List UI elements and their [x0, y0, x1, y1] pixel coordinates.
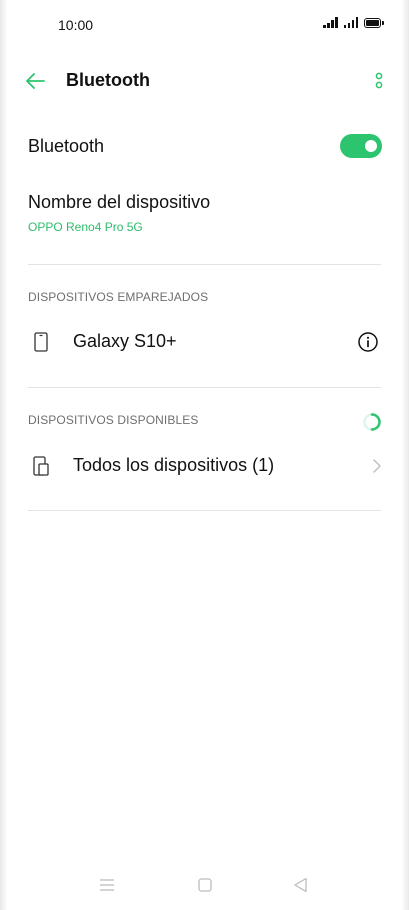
signal-icon: [323, 17, 338, 28]
navigation-bar: [0, 870, 409, 900]
bluetooth-label: Bluetooth: [28, 136, 105, 156]
phone-icon: [34, 332, 48, 352]
status-bar: 10:00: [0, 0, 409, 50]
status-time: 10:00: [58, 17, 94, 33]
bluetooth-toggle[interactable]: [340, 134, 382, 158]
device-info-button[interactable]: [357, 331, 379, 353]
divider: [28, 387, 381, 388]
signal-icon: [343, 17, 358, 28]
devices-icon: [33, 456, 49, 476]
back-triangle-icon: [294, 877, 307, 893]
chevron-right-icon: [373, 459, 381, 473]
available-section-header: DISPOSITIVOS DISPONIBLES: [28, 413, 199, 427]
home-button[interactable]: [195, 876, 215, 894]
paired-device-label: Galaxy S10+: [73, 331, 177, 351]
device-name-value: OPPO Reno4 Pro 5G: [28, 220, 143, 234]
all-devices-label: Todos los dispositivos (1): [73, 455, 275, 475]
toggle-knob: [365, 140, 377, 152]
all-devices-item[interactable]: Todos los dispositivos (1): [0, 444, 409, 488]
more-vertical-icon: [375, 72, 383, 89]
app-bar: Bluetooth: [0, 58, 409, 104]
page-title: Bluetooth: [66, 70, 150, 90]
spinner-icon: [363, 413, 381, 431]
back-nav-button[interactable]: [291, 876, 311, 894]
paired-device-item[interactable]: Galaxy S10+: [0, 320, 409, 364]
device-name-row[interactable]: Nombre del dispositivo OPPO Reno4 Pro 5G: [0, 186, 409, 246]
paired-section-header: DISPOSITIVOS EMPAREJADOS: [28, 290, 209, 304]
more-options-button[interactable]: [373, 70, 385, 92]
info-icon: [358, 332, 378, 352]
battery-icon: [364, 17, 384, 28]
status-icons: [323, 17, 384, 28]
arrow-left-icon: [26, 73, 45, 89]
menu-button[interactable]: [97, 876, 117, 894]
back-button[interactable]: [22, 69, 48, 93]
divider: [28, 510, 381, 511]
home-icon: [198, 878, 212, 892]
bluetooth-row: Bluetooth: [0, 128, 409, 164]
divider: [28, 264, 381, 265]
menu-icon: [100, 879, 114, 891]
device-name-label: Nombre del dispositivo: [28, 192, 211, 212]
